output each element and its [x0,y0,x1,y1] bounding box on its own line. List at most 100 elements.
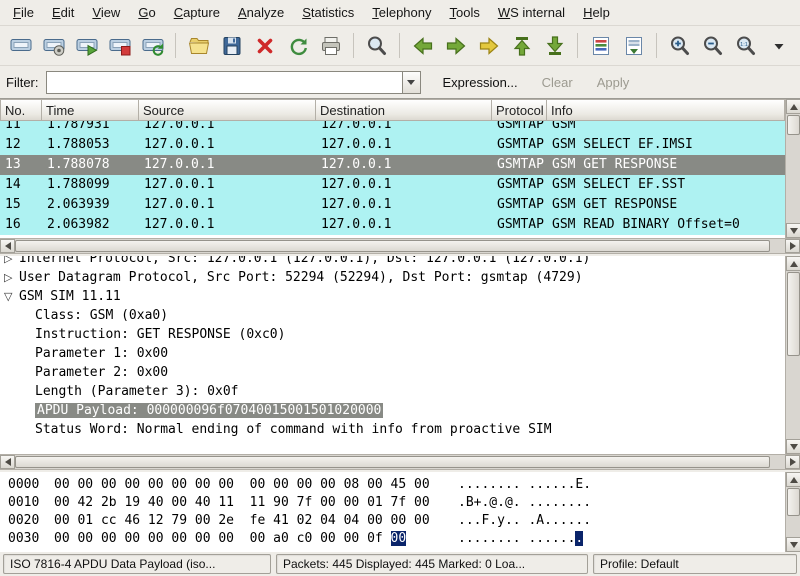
detail-text: User Datagram Protocol, Src Port: 52294 … [19,270,583,285]
cell-destination: 127.0.0.1 [316,121,492,135]
packet-row-11[interactable]: 111.787931127.0.0.1127.0.0.1GSMTAPGSM [0,121,785,135]
scroll-right-button[interactable] [785,455,800,469]
expand-arrow-icon[interactable]: ▷ [4,256,19,268]
triangle-down-icon [790,228,798,234]
cell-source: 127.0.0.1 [139,121,316,135]
scroll-right-button[interactable] [785,239,800,253]
hex-line-0000[interactable]: 000000 00 00 00 00 00 00 00 00 00 00 00 … [8,476,785,494]
detail-line-2[interactable]: ▽GSM SIM 11.11 [0,287,785,306]
zoom-in-button[interactable] [664,30,695,61]
menu-view[interactable]: View [83,1,129,24]
autoscroll-icon [622,34,646,58]
scroll-down-button[interactable] [786,223,800,238]
scroll-up-button[interactable] [786,472,800,487]
clear-button[interactable]: Clear [532,71,583,94]
detail-text: Parameter 1: 0x00 [35,346,168,361]
scroll-left-button[interactable] [0,239,15,253]
detail-line-0[interactable]: ▷Internet Protocol, Src: 127.0.0.1 (127.… [0,256,785,268]
filter-input[interactable] [46,71,402,94]
scroll-up-button[interactable] [786,256,800,271]
autoscroll-button[interactable] [618,30,649,61]
details-hscrollbar[interactable] [0,454,800,470]
restart-capture-button[interactable] [137,30,168,61]
scrollbar-thumb[interactable] [787,272,800,356]
detail-line-4[interactable]: Instruction: GET RESPONSE (0xc0) [0,325,785,344]
overflow-menu-button[interactable] [763,30,794,61]
menubar: FileEditViewGoCaptureAnalyzeStatisticsTe… [0,0,800,26]
hex-line-0020[interactable]: 002000 01 cc 46 12 79 00 2e fe 41 02 04 … [8,512,785,530]
menu-help[interactable]: Help [574,1,619,24]
menu-capture[interactable]: Capture [165,1,229,24]
open-file-button[interactable] [183,30,214,61]
details-vscrollbar[interactable] [785,256,800,454]
colorize-button[interactable] [585,30,616,61]
packet-row-12[interactable]: 121.788053127.0.0.1127.0.0.1GSMTAPGSM SE… [0,135,785,155]
collapse-arrow-icon[interactable]: ▽ [4,287,19,306]
detail-line-8[interactable]: APDU Payload: 000000096f0704001500150102… [0,401,785,420]
hex-bytes: 00 00 00 00 00 00 00 00 00 00 00 00 08 0… [54,476,444,494]
detail-line-5[interactable]: Parameter 1: 0x00 [0,344,785,363]
packet-list-hscrollbar[interactable] [0,238,800,254]
menu-ws-internal[interactable]: WS internal [489,1,574,24]
menu-go[interactable]: Go [129,1,164,24]
start-capture-button[interactable] [71,30,102,61]
list-interfaces-button[interactable] [5,30,36,61]
menu-telephony[interactable]: Telephony [363,1,440,24]
scrollbar-thumb[interactable] [15,240,770,252]
print-button[interactable] [315,30,346,61]
save-file-button[interactable] [216,30,247,61]
stop-capture-button[interactable] [104,30,135,61]
find-packet-button[interactable] [361,30,392,61]
menu-statistics[interactable]: Statistics [293,1,363,24]
goto-packet-button[interactable] [473,30,504,61]
toolbar-separator [175,33,176,58]
column-header-destination[interactable]: Destination [316,99,492,121]
detail-line-6[interactable]: Parameter 2: 0x00 [0,363,785,382]
scroll-down-button[interactable] [786,537,800,552]
capture-options-button[interactable] [38,30,69,61]
close-file-button[interactable] [249,30,280,61]
filter-dropdown-button[interactable] [402,71,421,94]
column-header-no[interactable]: No. [0,99,42,121]
detail-line-1[interactable]: ▷User Datagram Protocol, Src Port: 52294… [0,268,785,287]
go-back-button[interactable] [407,30,438,61]
zoom-out-button[interactable] [697,30,728,61]
packet-list-vscrollbar[interactable] [785,99,800,238]
overflow-menu-icon [767,34,791,58]
scroll-down-button[interactable] [786,439,800,454]
hex-line-0030[interactable]: 003000 00 00 00 00 00 00 00 00 a0 c0 00 … [8,530,785,548]
scroll-up-button[interactable] [786,99,800,114]
bytes-vscrollbar[interactable] [785,472,800,552]
hex-line-0010[interactable]: 001000 42 2b 19 40 00 40 11 11 90 7f 00 … [8,494,785,512]
column-header-protocol[interactable]: Protocol [492,99,547,121]
menu-file[interactable]: File [4,1,43,24]
reload-button[interactable] [282,30,313,61]
column-header-time[interactable]: Time [42,99,139,121]
expression-button[interactable]: Expression... [433,71,528,94]
go-last-icon [543,34,567,58]
packet-row-14[interactable]: 141.788099127.0.0.1127.0.0.1GSMTAPGSM SE… [0,175,785,195]
zoom-100-button[interactable]: 1:1 [730,30,761,61]
menu-tools[interactable]: Tools [441,1,489,24]
go-forward-button[interactable] [440,30,471,61]
column-header-source[interactable]: Source [139,99,316,121]
scrollbar-thumb[interactable] [787,115,800,135]
scrollbar-thumb[interactable] [787,488,800,516]
detail-line-3[interactable]: Class: GSM (0xa0) [0,306,785,325]
colorize-icon [589,34,613,58]
go-last-button[interactable] [539,30,570,61]
apply-button[interactable]: Apply [587,71,640,94]
expand-arrow-icon[interactable]: ▷ [4,268,19,287]
go-first-button[interactable] [506,30,537,61]
cell-protocol: GSMTAP [492,121,547,135]
scrollbar-thumb[interactable] [15,456,770,468]
packet-row-16[interactable]: 162.063982127.0.0.1127.0.0.1GSMTAPGSM RE… [0,215,785,235]
detail-line-9[interactable]: Status Word: Normal ending of command wi… [0,420,785,439]
menu-analyze[interactable]: Analyze [229,1,293,24]
packet-row-13[interactable]: 131.788078127.0.0.1127.0.0.1GSMTAPGSM GE… [0,155,785,175]
packet-row-15[interactable]: 152.063939127.0.0.1127.0.0.1GSMTAPGSM GE… [0,195,785,215]
menu-edit[interactable]: Edit [43,1,83,24]
detail-line-7[interactable]: Length (Parameter 3): 0x0f [0,382,785,401]
column-header-info[interactable]: Info [547,99,785,121]
scroll-left-button[interactable] [0,455,15,469]
